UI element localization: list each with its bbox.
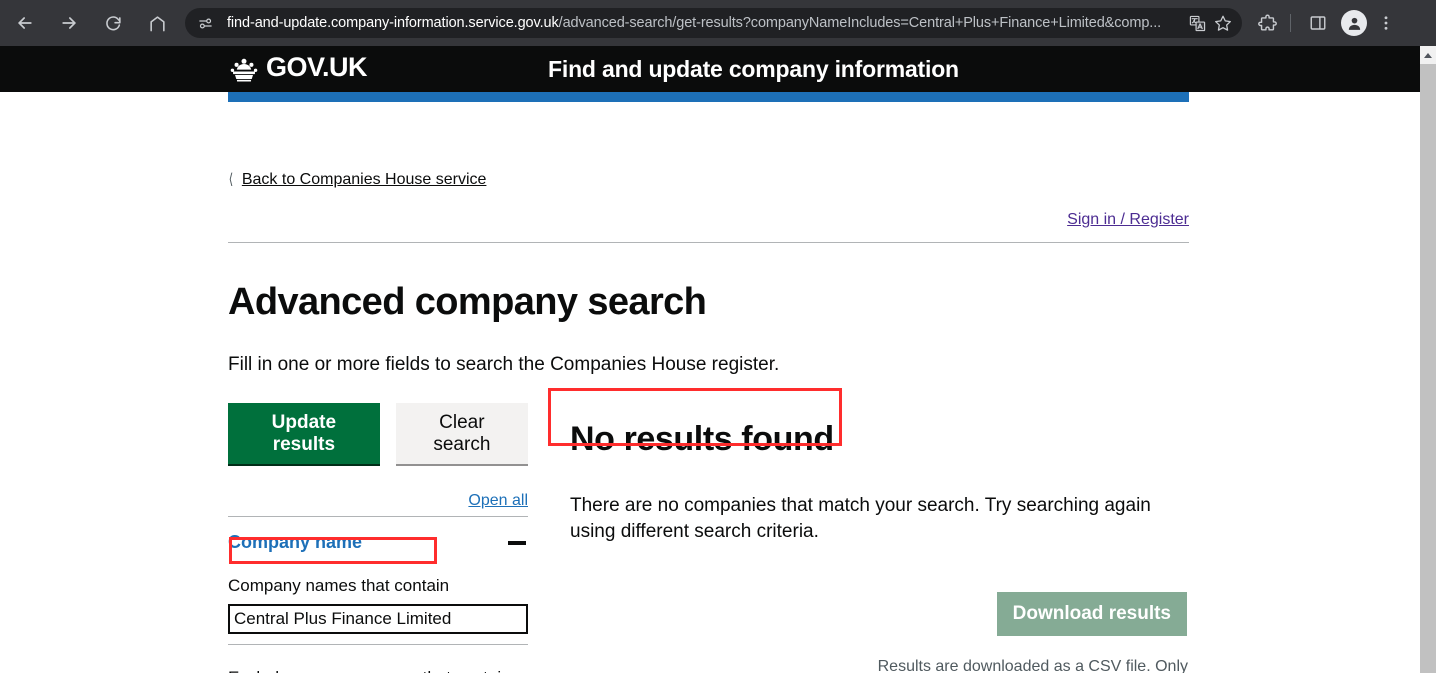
form-button-row: Update results Clear search [228, 403, 528, 467]
three-dot-menu-icon[interactable] [1371, 8, 1401, 38]
scrollbar-thumb[interactable] [1420, 64, 1436, 673]
search-form-column: Update results Clear search Open all Com… [228, 403, 528, 673]
download-results-button[interactable]: Download results [996, 592, 1187, 637]
toolbar-divider [1290, 14, 1291, 32]
govuk-header-bar: GOV.UK Find and update company informati… [0, 46, 1420, 92]
browser-toolbar: find-and-update.company-information.serv… [0, 0, 1436, 46]
govuk-logo-link[interactable]: GOV.UK [228, 52, 368, 84]
field-label-exclude-company-names: Exclude company names that contain [228, 668, 528, 673]
accordion-section-company-name[interactable]: Company name [228, 532, 528, 553]
side-panel-icon[interactable] [1303, 8, 1333, 38]
home-icon[interactable] [142, 8, 172, 38]
accordion-divider [228, 516, 528, 518]
signin-register-link[interactable]: Sign in / Register [1067, 211, 1189, 228]
forward-arrow-icon[interactable] [54, 8, 84, 38]
page-title: Advanced company search [228, 281, 707, 323]
service-blue-bar [228, 92, 1189, 102]
triangle-up-icon [1424, 52, 1432, 58]
download-row: Download results [558, 592, 1188, 637]
signin-row: Sign in / Register [228, 211, 1189, 243]
translate-icon[interactable] [1184, 10, 1210, 36]
profile-avatar-icon[interactable] [1341, 10, 1367, 36]
reload-icon[interactable] [98, 8, 128, 38]
browser-tool-icons [1248, 8, 1401, 38]
minus-icon[interactable] [508, 540, 526, 545]
accordion-section-title: Company name [228, 532, 363, 553]
site-settings-icon[interactable] [194, 12, 216, 34]
download-note-text: Results are downloaded as a CSV file. On… [877, 658, 1188, 673]
crown-icon [230, 58, 258, 82]
field-exclude-company-names: Exclude company names that contain [228, 668, 528, 673]
url-host: find-and-update.company-information.serv… [227, 15, 559, 31]
page-scrollbar[interactable] [1420, 46, 1436, 673]
open-all-row: Open all [228, 492, 528, 516]
star-icon[interactable] [1210, 10, 1236, 36]
puzzle-icon[interactable] [1252, 8, 1282, 38]
content-columns: Update results Clear search Open all Com… [228, 403, 1189, 673]
content-container: ⟨ Back to Companies House service Sign i… [228, 148, 1189, 673]
govuk-logo-text: GOV.UK [266, 52, 368, 82]
scrollbar-up-arrow[interactable] [1420, 46, 1436, 64]
clear-search-button[interactable]: Clear search [395, 403, 528, 467]
service-name-link[interactable]: Find and update company information [548, 56, 959, 83]
page-viewport: GOV.UK Find and update company informati… [0, 46, 1420, 673]
back-arrow-icon[interactable] [10, 8, 40, 38]
field-label-company-names-contain: Company names that contain [228, 576, 450, 596]
back-link-label: Back to Companies House service [241, 171, 487, 188]
company-names-contain-input[interactable] [228, 604, 528, 635]
no-results-body-text: There are no companies that match your s… [570, 494, 1151, 542]
field-divider [228, 644, 528, 646]
url-text[interactable]: find-and-update.company-information.serv… [227, 15, 1184, 31]
no-results-heading: No results found [570, 420, 834, 459]
url-path: /advanced-search/get-results?companyName… [558, 15, 1162, 31]
address-bar[interactable]: find-and-update.company-information.serv… [185, 8, 1242, 38]
chevron-left-icon: ⟨ [228, 171, 234, 188]
field-company-names-contain: Company names that contain [228, 576, 528, 646]
update-results-button[interactable]: Update results [228, 403, 380, 467]
back-to-service-link[interactable]: ⟨ Back to Companies House service [228, 170, 487, 189]
open-all-link[interactable]: Open all [468, 492, 528, 509]
results-column: No results found There are no companies … [558, 403, 1188, 673]
page-intro-text: Fill in one or more fields to search the… [228, 353, 780, 375]
